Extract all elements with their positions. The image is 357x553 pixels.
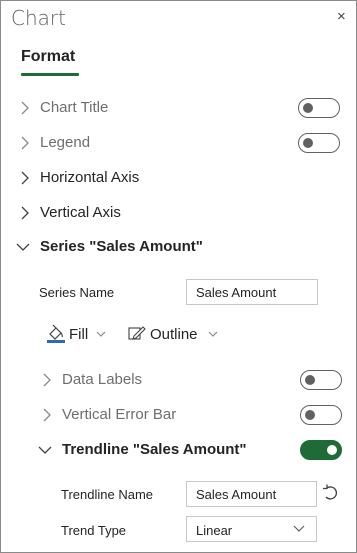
outline-label: Outline [150, 326, 198, 343]
toggle-knob [305, 410, 315, 420]
undo-icon[interactable] [322, 484, 340, 502]
chevron-down-icon [208, 331, 218, 337]
section-trendline[interactable]: Trendline "Sales Amount" [37, 439, 347, 461]
data-labels-toggle[interactable] [300, 370, 342, 390]
pencil-icon [128, 326, 146, 340]
section-series[interactable]: Series "Sales Amount" [15, 236, 345, 258]
chart-title-toggle[interactable] [298, 98, 340, 118]
series-name-label: Series Name [39, 285, 115, 300]
chevron-down-icon [38, 446, 52, 454]
paint-bucket-icon [47, 324, 65, 343]
tab-format[interactable]: Format [21, 48, 75, 66]
section-vertical-axis[interactable]: Vertical Axis [15, 202, 345, 224]
pane-title: Chart [11, 6, 66, 30]
section-error-bar[interactable]: Vertical Error Bar [37, 404, 347, 426]
chevron-right-icon [43, 373, 51, 387]
chevron-down-icon [293, 525, 305, 532]
section-label: Chart Title [40, 99, 109, 116]
chevron-right-icon [21, 206, 29, 220]
chevron-right-icon [43, 408, 51, 422]
section-label: Horizontal Axis [40, 169, 140, 186]
chevron-down-icon [16, 243, 30, 251]
toggle-knob [305, 375, 315, 385]
chevron-down-icon [96, 331, 106, 337]
section-label: Legend [40, 134, 91, 151]
trend-type-value: Linear [196, 523, 233, 538]
section-label: Trendline "Sales Amount" [62, 441, 247, 458]
section-horizontal-axis[interactable]: Horizontal Axis [15, 167, 345, 189]
outline-dropdown[interactable]: Outline [128, 323, 223, 347]
toggle-knob [303, 138, 313, 148]
toggle-knob [303, 103, 313, 113]
section-label: Data Labels [62, 371, 143, 388]
toggle-knob [327, 445, 337, 455]
trend-type-label: Trend Type [61, 523, 127, 538]
section-data-labels[interactable]: Data Labels [37, 369, 347, 391]
tab-format-indicator [21, 73, 79, 76]
chevron-right-icon [21, 136, 29, 150]
trend-type-select[interactable]: Linear [186, 516, 317, 542]
chevron-right-icon [21, 101, 29, 115]
section-chart-title[interactable]: Chart Title [15, 97, 345, 119]
section-label: Series "Sales Amount" [40, 238, 203, 255]
legend-toggle[interactable] [298, 133, 340, 153]
error-bar-toggle[interactable] [300, 405, 342, 425]
section-label: Vertical Error Bar [62, 406, 177, 423]
chevron-right-icon [21, 171, 29, 185]
section-label: Vertical Axis [40, 204, 121, 221]
fill-label: Fill [69, 326, 89, 343]
trendline-name-input[interactable]: Sales Amount [186, 481, 317, 507]
series-name-input[interactable]: Sales Amount [186, 279, 318, 305]
section-legend[interactable]: Legend [15, 132, 345, 154]
trendline-toggle[interactable] [300, 440, 342, 460]
format-chart-pane: Chart × Format Chart Title Legend Horizo… [0, 0, 357, 553]
close-icon[interactable]: × [337, 8, 346, 25]
fill-dropdown[interactable]: Fill [46, 323, 110, 347]
trendline-name-label: Trendline Name [61, 487, 154, 502]
